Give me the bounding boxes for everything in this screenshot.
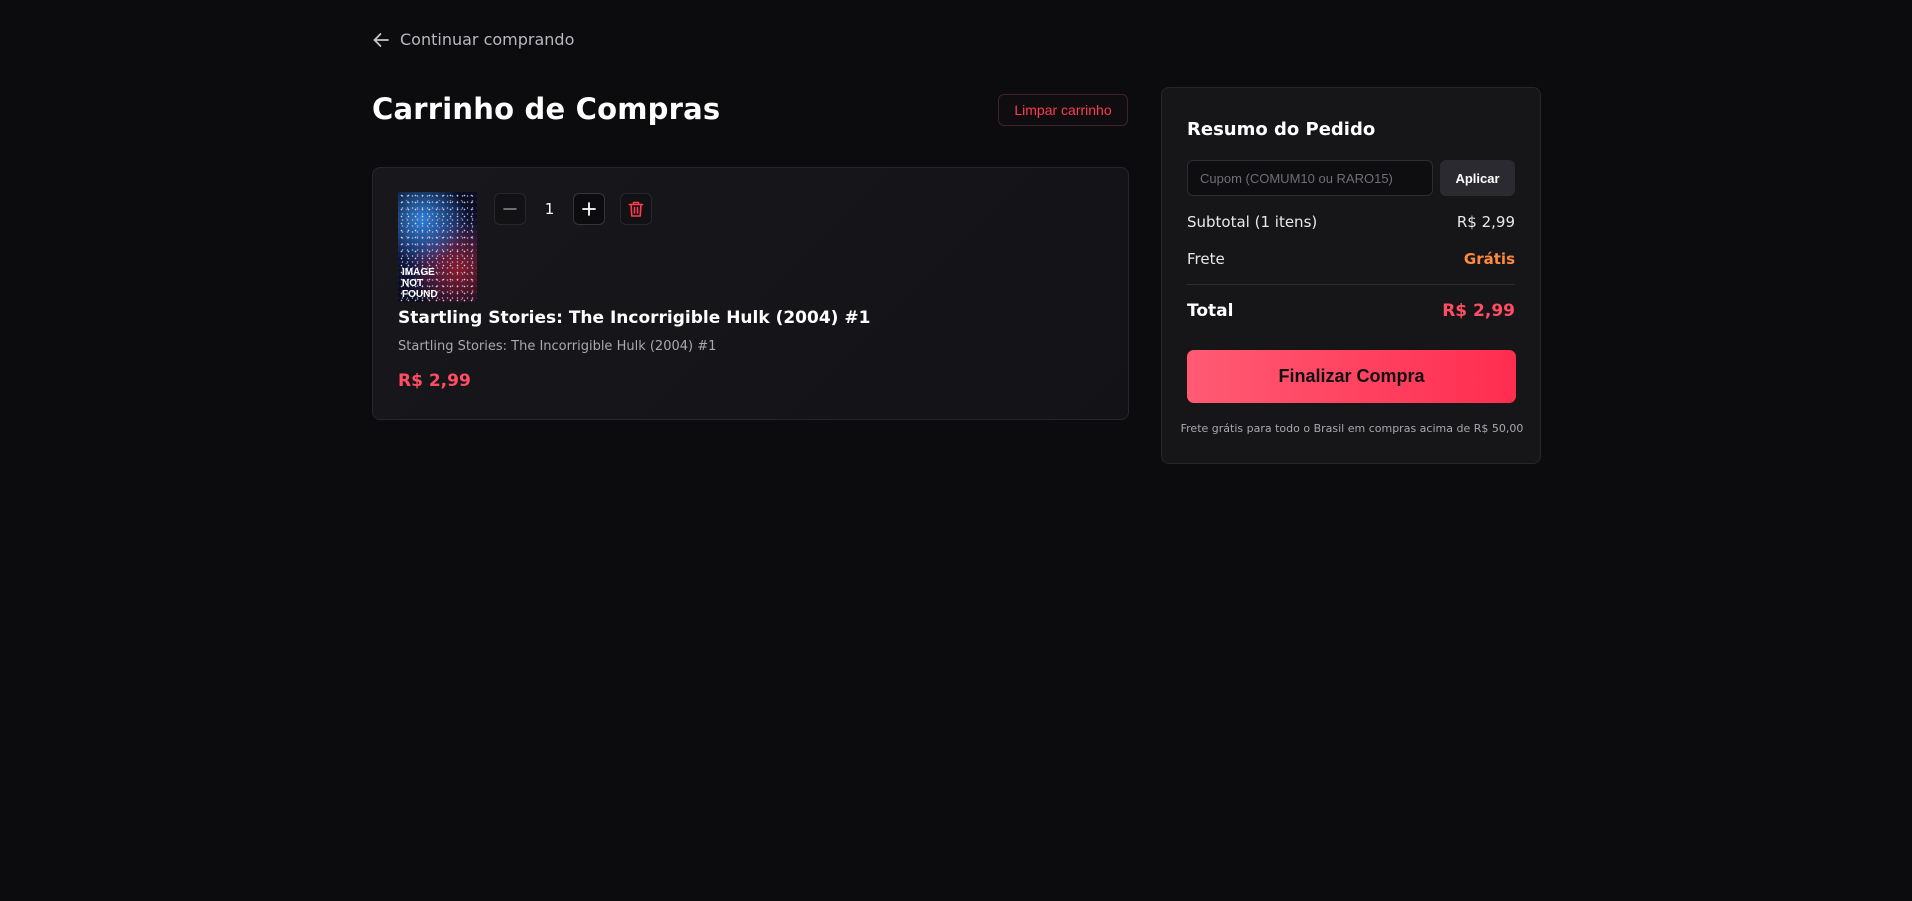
item-price: R$ 2,99: [398, 371, 471, 391]
quantity-controls: 1: [494, 193, 652, 225]
apply-coupon-button[interactable]: Aplicar: [1440, 160, 1515, 196]
total-row: Total R$ 2,99: [1187, 301, 1515, 321]
arrow-left-icon: [372, 31, 390, 49]
item-subtitle: Startling Stories: The Incorrigible Hulk…: [398, 339, 717, 354]
shipping-row: Frete Grátis: [1187, 250, 1515, 268]
trash-icon: [628, 201, 644, 217]
remove-item-button[interactable]: [620, 193, 652, 225]
cart-page: Continuar comprando Carrinho de Compras …: [0, 0, 1912, 901]
clear-cart-button[interactable]: Limpar carrinho: [998, 94, 1128, 126]
decrease-quantity-button[interactable]: [494, 193, 526, 225]
quantity-value: 1: [544, 200, 555, 218]
increase-quantity-button[interactable]: [573, 193, 605, 225]
total-label: Total: [1187, 301, 1234, 321]
summary-divider: [1187, 284, 1515, 285]
subtotal-label: Subtotal (1 itens): [1187, 213, 1318, 231]
shipping-value: Grátis: [1463, 250, 1515, 268]
continue-shopping-label: Continuar comprando: [400, 30, 575, 49]
checkout-button[interactable]: Finalizar Compra: [1187, 350, 1516, 403]
page-title: Carrinho de Compras: [372, 92, 721, 126]
coupon-input[interactable]: [1187, 160, 1433, 196]
cover-placeholder-text: IMAGE NOT FOUND: [402, 267, 438, 300]
free-shipping-note: Frete grátis para todo o Brasil em compr…: [1180, 422, 1524, 435]
item-cover-image: IMAGE NOT FOUND: [398, 192, 477, 302]
shipping-label: Frete: [1187, 250, 1225, 268]
item-title: Startling Stories: The Incorrigible Hulk…: [398, 308, 871, 328]
continue-shopping-link[interactable]: Continuar comprando: [372, 30, 574, 49]
subtotal-row: Subtotal (1 itens) R$ 2,99: [1187, 213, 1515, 231]
plus-icon: [582, 202, 596, 216]
minus-icon: [503, 208, 517, 210]
summary-title: Resumo do Pedido: [1187, 119, 1376, 140]
order-summary-panel: Resumo do Pedido Aplicar Subtotal (1 ite…: [1161, 87, 1541, 464]
total-value: R$ 2,99: [1442, 301, 1515, 321]
subtotal-value: R$ 2,99: [1456, 213, 1515, 231]
cart-item: IMAGE NOT FOUND 1 Startling Stories: The…: [372, 167, 1129, 420]
